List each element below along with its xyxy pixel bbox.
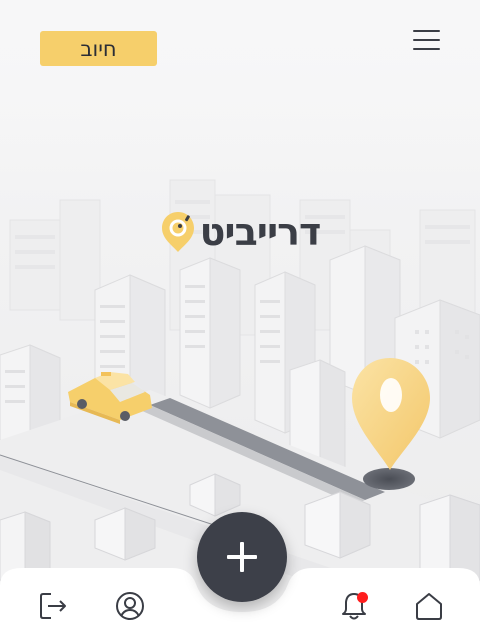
plus-icon bbox=[227, 542, 257, 572]
home-button[interactable] bbox=[409, 586, 449, 626]
charge-button[interactable]: חיוב bbox=[40, 31, 157, 66]
logo-text: דרייביט bbox=[199, 210, 322, 254]
location-pin-logo-icon bbox=[161, 212, 194, 252]
notification-badge bbox=[357, 592, 368, 603]
menu-button[interactable] bbox=[405, 22, 447, 58]
app-logo: דרייביט bbox=[140, 204, 340, 260]
home-icon bbox=[416, 593, 442, 620]
add-button[interactable] bbox=[197, 512, 287, 602]
menu-bar-icon bbox=[412, 39, 440, 41]
notifications-button[interactable] bbox=[334, 586, 374, 626]
menu-bar-icon bbox=[412, 30, 440, 32]
user-circle-icon bbox=[116, 592, 144, 620]
logout-button[interactable] bbox=[33, 586, 73, 626]
profile-button[interactable] bbox=[110, 586, 150, 626]
logout-icon bbox=[40, 593, 66, 619]
menu-bar-icon bbox=[412, 48, 440, 50]
